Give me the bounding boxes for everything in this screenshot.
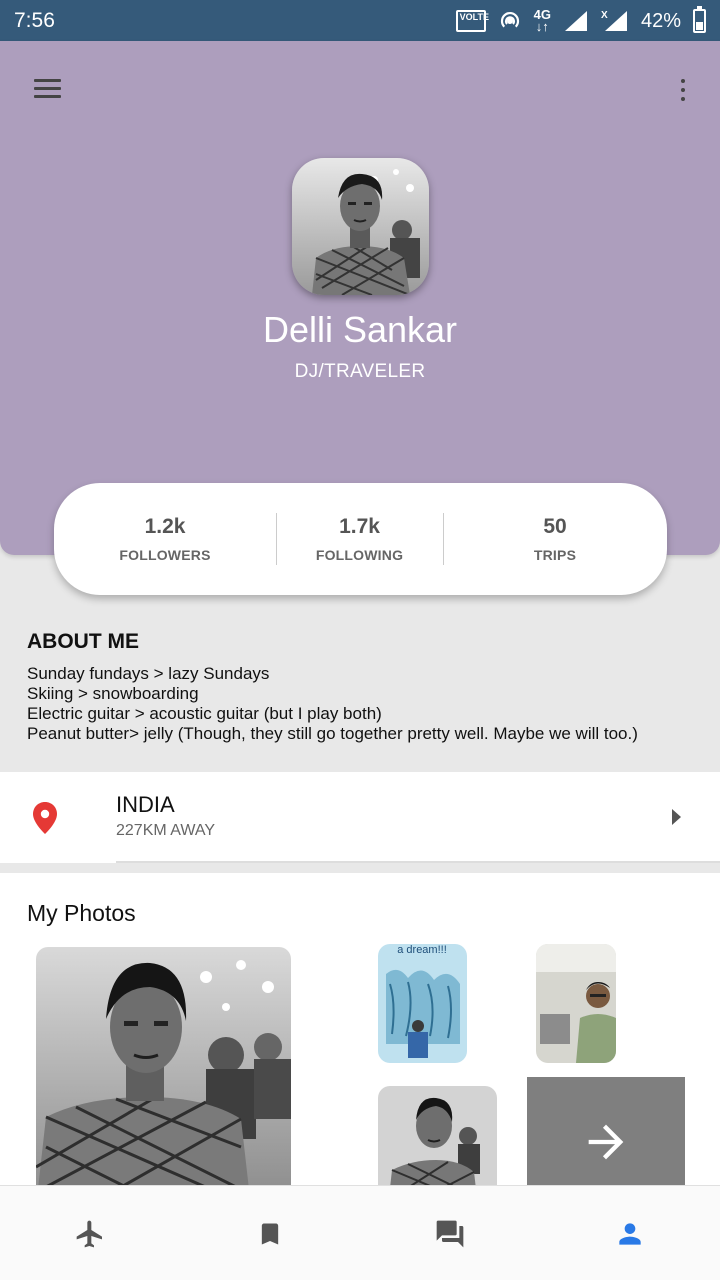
stat-following[interactable]: 1.7k FOLLOWING [276,515,443,563]
chevron-right-icon [672,809,681,825]
photo-dream[interactable]: a dream!!! [378,944,467,1063]
location-country: INDIA [116,792,175,817]
forum-icon [436,1220,464,1247]
hamburger-icon[interactable] [34,79,61,99]
more-vert-icon[interactable] [676,79,690,101]
location-row[interactable]: INDIA 227KM AWAY [0,772,720,863]
network-type-icon: 4G ↓↑ [533,7,551,34]
profile-header: Delli Sankar DJ/TRAVELER [0,41,720,555]
photos-section: My Photos a dream!!! [0,873,720,1186]
stat-value: 1.2k [144,515,186,538]
more-photos-button[interactable] [527,1077,685,1186]
battery-percent: 42% [640,9,681,32]
status-bar: 7:56 VOLTE 4G ↓↑ X 42% [0,0,720,41]
person-icon [619,1222,641,1245]
signal-icon [564,11,587,31]
flight-icon [76,1220,102,1247]
photo-small[interactable] [378,1086,497,1186]
svg-text:X: X [601,10,608,21]
about-text: Sunday fundays > lazy Sundays Skiing > s… [27,664,638,744]
nav-profile[interactable] [540,1186,720,1280]
photos-title: My Photos [27,900,136,926]
profile-role: DJ/TRAVELER [294,361,426,382]
profile-name: Delli Sankar [262,309,458,350]
divider [116,861,720,863]
status-time: 7:56 [14,9,55,32]
about-line: Sunday fundays > lazy Sundays [27,664,270,683]
stat-divider [276,513,277,565]
nav-messages[interactable] [360,1186,540,1280]
avatar[interactable] [292,158,429,295]
battery-icon [693,6,706,33]
about-line: Skiing > snowboarding [27,684,199,703]
stat-divider [443,513,444,565]
stat-label: FOLLOWING [315,547,404,563]
stat-label: TRIPS [533,547,577,563]
bottom-nav [0,1185,720,1280]
about-title: ABOUT ME [27,630,139,653]
stats-card: 1.2k FOLLOWERS 1.7k FOLLOWING 50 TRIPS [54,483,667,595]
stat-value: 50 [543,515,567,538]
about-line: Peanut butter> jelly (Though, they still… [27,724,638,743]
photo-caption: a dream!!! [397,944,447,956]
stat-trips[interactable]: 50 TRIPS [443,515,667,563]
hotspot-icon [500,11,519,28]
bookmark-icon [261,1223,279,1244]
arrow-forward-icon [588,1124,624,1160]
stat-label: FOLLOWERS [119,547,211,563]
photo-green[interactable] [536,944,616,1063]
location-pin-icon [33,802,57,834]
photo-main[interactable] [36,947,291,1186]
volte-icon: VOLTE [455,10,489,32]
nav-bookmarks[interactable] [180,1186,360,1280]
stat-followers[interactable]: 1.2k FOLLOWERS [54,515,276,563]
about-line: Electric guitar > acoustic guitar (but I… [27,704,382,723]
location-distance: 227KM AWAY [116,822,215,839]
signal-x-icon: X [601,10,627,31]
stat-value: 1.7k [339,515,380,538]
nav-trips[interactable] [0,1186,180,1280]
status-icons: VOLTE 4G ↓↑ X 42% [455,6,706,35]
